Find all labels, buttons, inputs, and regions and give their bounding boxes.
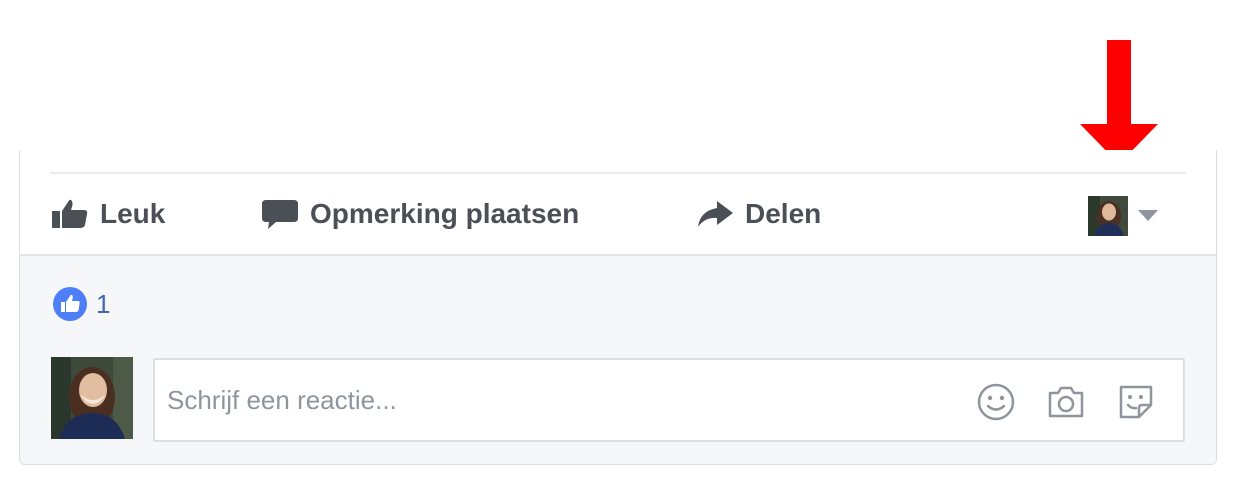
post-action-bar: Leuk Opmerking plaatsen Delen [20,174,1216,256]
like-label: Leuk [100,198,166,229]
user-avatar [51,357,133,439]
comment-input[interactable] [167,378,947,422]
speech-bubble-icon [262,200,298,229]
reaction-summary[interactable]: 1 [52,286,110,322]
like-reaction-icon [53,287,87,321]
comment-composer [153,358,1185,442]
post-card: Leuk Opmerking plaatsen Delen 1 Schrijf … [19,150,1217,465]
smiley-icon[interactable] [975,381,1017,423]
camera-icon[interactable] [1045,381,1087,423]
comment-label: Opmerking plaatsen [310,198,580,229]
feedback-section: 1 [20,256,1216,464]
share-button[interactable]: Delen [695,174,821,254]
caret-down-icon [1138,210,1158,221]
audience-selector[interactable] [1088,196,1158,236]
thumbs-up-icon [52,199,88,228]
like-button[interactable]: Leuk [50,174,165,254]
reaction-count: 1 [96,288,111,319]
share-label: Delen [745,198,822,229]
sticker-icon[interactable] [1115,381,1157,423]
comment-button[interactable]: Opmerking plaatsen [260,174,579,254]
annotation-arrow-icon [1080,40,1158,164]
share-arrow-icon [698,201,733,227]
user-avatar-small [1088,196,1128,236]
